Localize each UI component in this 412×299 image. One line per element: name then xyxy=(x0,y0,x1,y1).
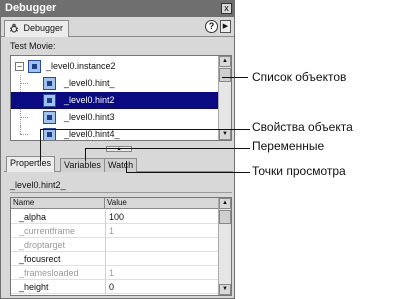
cell-divider xyxy=(105,252,106,266)
collapse-icon[interactable]: − xyxy=(15,62,24,71)
movieclip-icon xyxy=(43,77,56,90)
cell-divider xyxy=(105,210,106,224)
bug-icon xyxy=(9,23,19,33)
tree-guide-line xyxy=(20,117,28,118)
debugger-panel: Debugger x Debugger ? ▶ Test Movie: − _l… xyxy=(0,0,235,299)
property-name: _framesloaded xyxy=(19,268,79,278)
callout-line-variables xyxy=(85,148,86,161)
tab-debugger-label: Debugger xyxy=(23,23,64,33)
tree-row-label: _level0.hint2 xyxy=(64,95,115,105)
property-row[interactable]: _alpha 100 xyxy=(11,210,219,224)
grid-header: Name Value xyxy=(11,198,219,209)
scroll-down-icon[interactable]: ▼ xyxy=(219,129,231,140)
tab-debugger[interactable]: Debugger xyxy=(4,20,70,37)
movieclip-icon xyxy=(28,60,41,73)
property-name: _focusrect xyxy=(19,254,61,264)
test-movie-label: Test Movie: xyxy=(10,41,56,51)
scroll-down-icon[interactable]: ▼ xyxy=(219,284,231,295)
annotation-object-properties: Свойства объекта xyxy=(252,120,353,134)
tree-row-instance2[interactable]: − _level0.instance2 xyxy=(11,58,218,75)
scroll-thumb[interactable] xyxy=(219,210,231,224)
tree-scrollbar[interactable]: ▲ ▼ xyxy=(218,56,231,140)
scroll-up-icon[interactable]: ▲ xyxy=(219,198,231,209)
property-value[interactable]: 100 xyxy=(109,212,124,222)
tree-row-hint3[interactable]: _level0.hint3 xyxy=(11,109,218,126)
annotation-objects-list: Список объектов xyxy=(252,70,347,84)
annotation-variables: Переменные xyxy=(252,139,325,153)
tree-row-label: _level0.hint4_ xyxy=(64,129,120,139)
tree-row-label: _level0.instance2 xyxy=(46,61,116,71)
property-name: _droptarget xyxy=(19,240,66,250)
tab-variables[interactable]: Variables xyxy=(60,158,105,172)
close-icon[interactable]: x xyxy=(221,3,232,14)
tree-guide-line xyxy=(20,134,28,135)
panel-tab-row: Debugger ? ▶ xyxy=(1,17,234,37)
callout-line-watch xyxy=(126,161,127,172)
tab-watch[interactable]: Watch xyxy=(104,158,138,172)
cell-divider xyxy=(105,266,106,280)
tree-row-label: _level0.hint_ xyxy=(64,78,115,88)
property-row[interactable]: _framesloaded 1 xyxy=(11,266,219,280)
cell-divider xyxy=(105,224,106,238)
callout-line-variables xyxy=(85,148,250,149)
window-title: Debugger xyxy=(5,2,57,14)
callout-line-properties xyxy=(40,129,41,161)
tree-guide-line xyxy=(20,83,28,84)
cell-divider xyxy=(105,280,106,294)
tree-row-hint2[interactable]: _level0.hint2 xyxy=(11,92,218,109)
help-icon[interactable]: ? xyxy=(205,20,218,33)
properties-scrollbar[interactable]: ▲ ▼ xyxy=(218,198,231,295)
scroll-thumb[interactable] xyxy=(219,68,231,82)
property-row[interactable]: _focusrect xyxy=(11,252,219,266)
properties-grid[interactable]: Name Value _alpha 100 _currentframe 1 _d… xyxy=(10,197,232,296)
tree-guide-line xyxy=(20,126,21,134)
property-value[interactable]: 0 xyxy=(109,282,114,292)
tab-properties[interactable]: Properties xyxy=(6,156,56,172)
property-row[interactable]: _height 0 xyxy=(11,280,219,294)
callout-line-properties xyxy=(40,129,250,130)
column-header-name[interactable]: Name xyxy=(11,198,105,209)
callout-line-watch xyxy=(126,172,250,173)
annotation-watch-points: Точки просмотра xyxy=(252,164,346,178)
callout-line-objects xyxy=(222,77,248,78)
movieclip-icon xyxy=(43,111,56,124)
options-menu-icon[interactable]: ▶ xyxy=(220,20,231,33)
property-value: 1 xyxy=(109,268,115,278)
property-row[interactable]: _droptarget xyxy=(11,238,219,252)
scroll-up-icon[interactable]: ▲ xyxy=(219,56,231,67)
property-value: 1 xyxy=(109,226,115,236)
title-bar[interactable]: Debugger x xyxy=(1,1,234,17)
movieclip-icon xyxy=(43,94,56,107)
cell-divider xyxy=(105,238,106,252)
tree-row-label: _level0.hint3 xyxy=(64,112,115,122)
tree-row-hint[interactable]: _level0.hint_ xyxy=(11,75,218,92)
pane-splitter-handle[interactable]: ▲ xyxy=(106,146,132,152)
column-header-value[interactable]: Value xyxy=(105,198,219,209)
property-name: _alpha xyxy=(19,212,47,222)
inspector-tabs: Properties Variables Watch xyxy=(4,156,233,172)
selected-instance-label: _level0.hint2_ xyxy=(10,177,232,193)
property-name: _height xyxy=(19,282,49,292)
property-row[interactable]: _currentframe 1 xyxy=(11,224,219,238)
property-name: _currentframe xyxy=(19,226,76,236)
